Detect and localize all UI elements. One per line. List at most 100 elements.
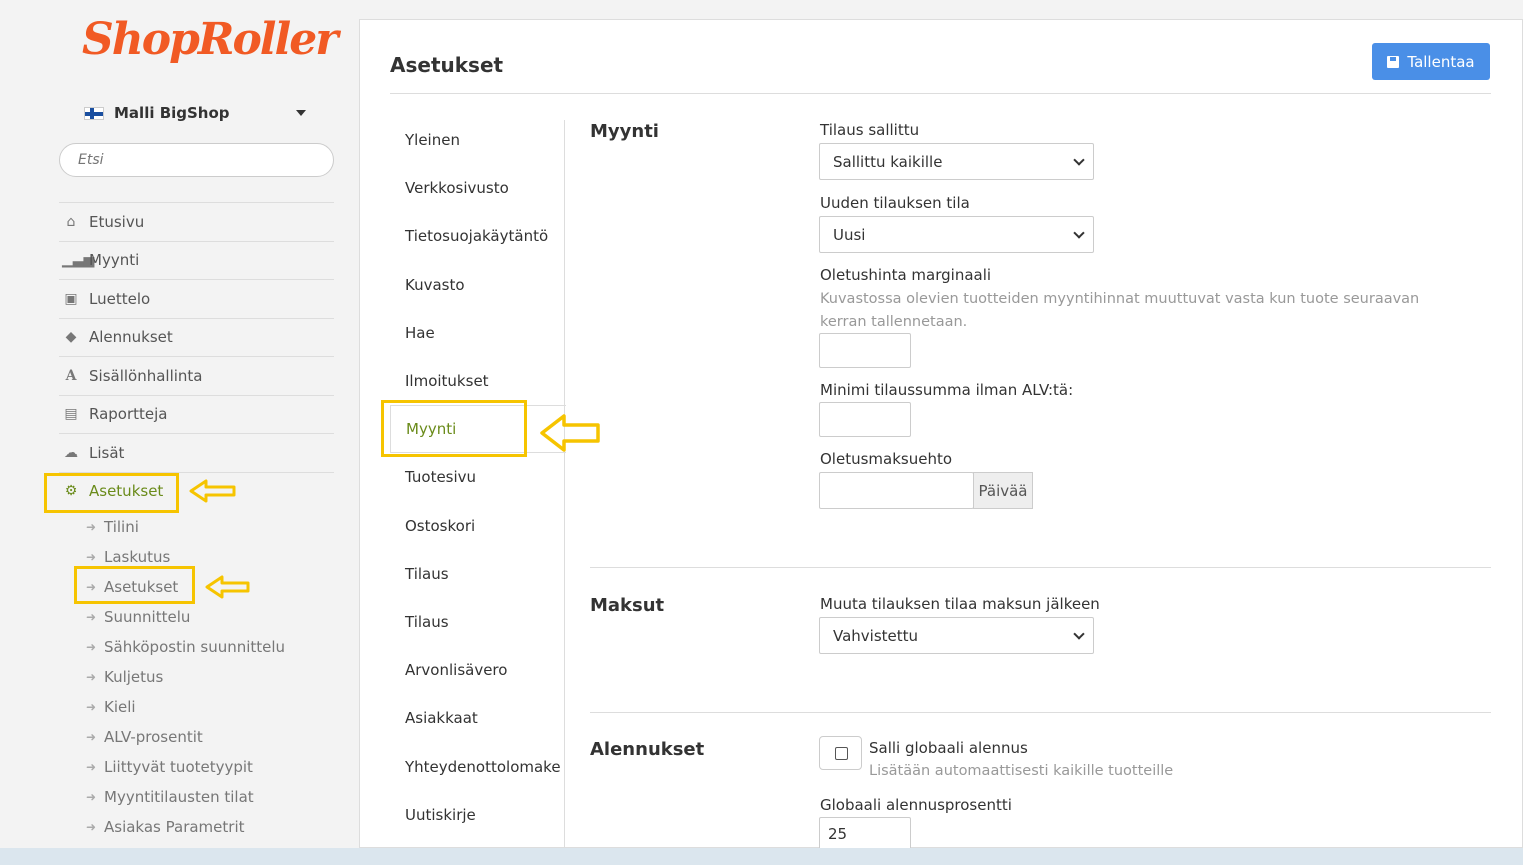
chevron-down-icon xyxy=(1073,154,1085,166)
payment-term-input[interactable] xyxy=(819,472,974,509)
section-title-maksut: Maksut xyxy=(590,595,665,616)
arrow-right-icon: ➜ xyxy=(86,790,97,804)
tab-arvonlisavero[interactable]: Arvonlisävero xyxy=(390,646,565,694)
subnav-item-myyntitilausten-tilat[interactable]: ➜ Myyntitilausten tilat xyxy=(86,782,346,812)
subnav-item-asiakas-parametrit[interactable]: ➜ Asiakas Parametrit xyxy=(86,812,346,842)
bar-chart-icon: ▁▃▅ xyxy=(62,252,95,269)
nav-label: Luettelo xyxy=(89,289,151,308)
subnav-item-suunnittelu[interactable]: ➜ Suunnittelu xyxy=(86,602,346,632)
nav-label: Etusivu xyxy=(89,212,145,231)
discount-percent-label: Globaali alennusprosentti xyxy=(820,796,1012,814)
chevron-down-icon xyxy=(1073,628,1085,640)
subnav-item-kieli[interactable]: ➜ Kieli xyxy=(86,692,346,722)
tab-tuotesivu[interactable]: Tuotesivu xyxy=(390,453,565,501)
nav-label: Raportteja xyxy=(89,405,168,424)
cloud-icon: ☁ xyxy=(64,444,78,461)
subnav-item-alv-prosentit[interactable]: ➜ ALV-prosentit xyxy=(86,722,346,752)
tab-tietosuojakaytanto[interactable]: Tietosuojakäytäntö xyxy=(390,212,565,260)
nav-item-luettelo[interactable]: ▣ Luettelo xyxy=(59,279,334,318)
margin-label: Oletushinta marginaali xyxy=(820,266,992,284)
min-sum-input[interactable] xyxy=(819,402,911,437)
new-order-status-label: Uuden tilauksen tila xyxy=(820,194,970,212)
save-button[interactable]: Tallentaa xyxy=(1372,43,1490,80)
arrow-right-icon: ➜ xyxy=(86,520,97,534)
nav-item-alennukset[interactable]: ◆ Alennukset xyxy=(59,317,334,357)
tab-ostoskori[interactable]: Ostoskori xyxy=(390,502,565,550)
settings-tabs: Yleinen Verkkosivusto Tietosuojakäytäntö… xyxy=(390,116,566,839)
tab-kuvasto[interactable]: Kuvasto xyxy=(390,261,565,309)
subnav-label: Laskutus xyxy=(104,548,171,566)
arrow-right-icon: ➜ xyxy=(86,730,97,744)
section-title-alennukset: Alennukset xyxy=(590,739,705,760)
search-input[interactable] xyxy=(59,143,334,177)
sidebar: ShopRoller Malli BigShop ⌂ Etusivu ▁▃▅ M… xyxy=(0,0,358,848)
nav-item-raportteja[interactable]: ▤ Raportteja xyxy=(59,394,334,434)
global-discount-checkbox[interactable] xyxy=(819,736,862,770)
subnav-label: Kieli xyxy=(104,698,136,716)
payment-status-label: Muuta tilauksen tilaa maksun jälkeen xyxy=(820,595,1100,613)
subnav-item-sahkopostin-suunnittelu[interactable]: ➜ Sähköpostin suunnittelu xyxy=(86,632,346,662)
shoproller-logo[interactable]: ShopRoller xyxy=(82,14,338,65)
subnav-label: Liittyvät tuotetyypit xyxy=(104,758,253,776)
nav-label: Sisällönhallinta xyxy=(89,366,203,385)
arrow-right-icon: ➜ xyxy=(86,820,97,834)
subnav-item-liittyvat-tuotetyypit[interactable]: ➜ Liittyvät tuotetyypit xyxy=(86,752,346,782)
nav-label: Alennukset xyxy=(89,328,173,347)
store-name: Malli BigShop xyxy=(114,104,230,122)
subnav-label: Kuljetus xyxy=(104,668,164,686)
order-allowed-select[interactable]: Sallittu kaikille xyxy=(819,143,1094,180)
subnav-label: Myyntitilausten tilat xyxy=(104,788,254,806)
tags-icon: ◆ xyxy=(65,329,77,346)
nav-label: Myynti xyxy=(89,251,140,270)
arrow-right-icon: ➜ xyxy=(86,670,97,684)
order-allowed-label: Tilaus sallittu xyxy=(820,121,920,139)
highlight-box xyxy=(381,400,527,457)
subnav-item-tilini[interactable]: ➜ Tilini xyxy=(86,512,346,542)
new-order-status-select[interactable]: Uusi xyxy=(819,216,1094,253)
save-icon xyxy=(1387,55,1400,68)
subnav-label: Asiakas Parametrit xyxy=(104,818,245,836)
nav-item-lisat[interactable]: ☁ Lisät xyxy=(59,433,334,472)
arrow-right-icon: ➜ xyxy=(86,760,97,774)
tab-hae[interactable]: Hae xyxy=(390,309,565,357)
tab-tilaus[interactable]: Tilaus xyxy=(390,550,565,598)
chevron-down-icon xyxy=(1073,227,1085,239)
subnav-label: Sähköpostin suunnittelu xyxy=(104,638,286,656)
select-value: Sallittu kaikille xyxy=(833,152,943,171)
tab-uutiskirje[interactable]: Uutiskirje xyxy=(390,791,565,839)
nav-item-myynti[interactable]: ▁▃▅ Myynti xyxy=(59,240,334,280)
os-taskbar xyxy=(0,848,1523,865)
tab-yhteydenottolomake[interactable]: Yhteydenottolomake xyxy=(390,742,565,790)
nav-label: Lisät xyxy=(89,443,125,462)
payment-term-label: Oletusmaksuehto xyxy=(820,450,953,468)
nav-item-sisallonhallinta[interactable]: A Sisällönhallinta xyxy=(59,356,334,395)
arrow-right-icon: ➜ xyxy=(86,550,97,564)
highlight-box xyxy=(74,566,195,604)
image-icon: ▣ xyxy=(64,290,78,307)
save-label: Tallentaa xyxy=(1407,52,1475,71)
payment-status-select[interactable]: Vahvistettu xyxy=(819,617,1094,654)
global-discount-label: Salli globaali alennus xyxy=(869,739,1028,757)
tab-ilmoitukset[interactable]: Ilmoitukset xyxy=(390,357,565,405)
annotation-arrow-icon xyxy=(540,414,600,452)
tab-asiakkaat[interactable]: Asiakkaat xyxy=(390,694,565,742)
tab-yleinen[interactable]: Yleinen xyxy=(390,116,565,164)
margin-input[interactable] xyxy=(819,333,911,368)
subnav-item-kuljetus[interactable]: ➜ Kuljetus xyxy=(86,662,346,692)
tab-tilaus-2[interactable]: Tilaus xyxy=(390,598,565,646)
section-title-myynti: Myynti xyxy=(590,121,659,142)
annotation-arrow-icon xyxy=(189,479,236,503)
settings-subnav: ➜ Tilini ➜ Laskutus ➜ Asetukset ➜ Suunnittel… xyxy=(86,512,346,842)
margin-hint: Kuvastossa olevien tuotteiden myyntihinn… xyxy=(820,291,1420,330)
caret-down-icon[interactable] xyxy=(296,110,306,116)
settings-panel: Asetukset Tallentaa Yleinen Verkkosivust… xyxy=(359,19,1523,851)
nav-item-etusivu[interactable]: ⌂ Etusivu xyxy=(59,202,334,241)
main-nav: ⌂ Etusivu ▁▃▅ Myynti ▣ Luettelo ◆ Alennu… xyxy=(59,202,334,510)
discount-percent-input[interactable]: 25 xyxy=(819,817,911,851)
finland-flag-icon xyxy=(84,106,104,120)
min-sum-label: Minimi tilaussumma ilman ALV:tä: xyxy=(820,381,1074,399)
subnav-label: Tilini xyxy=(104,518,139,536)
tab-verkkosivusto[interactable]: Verkkosivusto xyxy=(390,164,565,212)
highlight-box xyxy=(44,473,179,513)
store-selector[interactable]: Malli BigShop xyxy=(84,104,230,122)
